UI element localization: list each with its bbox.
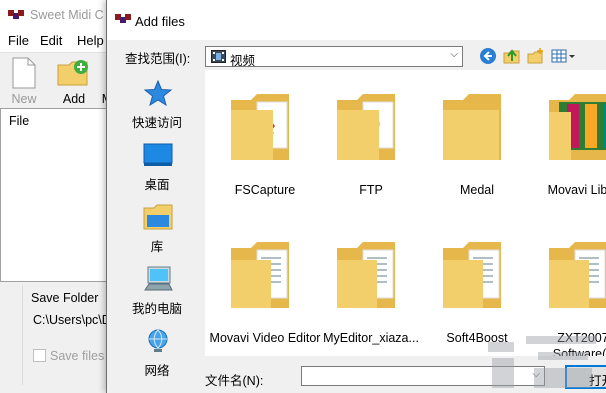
filename-label: 文件名(N): (205, 374, 264, 388)
view-menu-button[interactable] (551, 47, 577, 67)
new-file-icon (12, 57, 36, 89)
folder-item[interactable]: FSCapture (215, 80, 315, 210)
up-folder-icon (503, 49, 520, 64)
folder-item[interactable]: FTP (321, 80, 421, 210)
folder-name: MyEditor_xiaza... (323, 331, 419, 345)
folder-icon (443, 242, 501, 308)
save-files-checkbox[interactable]: Save files i (33, 349, 110, 363)
save-files-label: Save files i (50, 349, 111, 363)
folder-icon (337, 94, 395, 160)
back-button[interactable] (479, 47, 499, 67)
place-label: 快速访问 (131, 116, 182, 130)
desktop-icon (143, 143, 173, 166)
up-folder-button[interactable] (503, 47, 523, 67)
place-label: 我的电脑 (131, 302, 182, 316)
chevron-down-icon: ⌵ (450, 49, 458, 60)
folder-icon (443, 94, 501, 160)
look-in-label: 查找范围(I): (125, 52, 191, 66)
network-icon (148, 329, 168, 352)
folder-icon (337, 242, 395, 308)
add-button[interactable]: Add (52, 55, 96, 107)
new-folder-button[interactable] (527, 47, 547, 67)
place-quick-access[interactable]: 快速访问 (119, 74, 195, 132)
file-list-header: File (9, 114, 30, 128)
menu-edit[interactable]: Edit (40, 33, 62, 48)
save-folder-group: Save Folder C:\Users\pc\D Save files i (22, 285, 111, 385)
add-button-label: Add (62, 92, 86, 106)
folder-name: Medal (459, 183, 495, 197)
checkbox-box (33, 349, 46, 362)
watermark-logo (488, 336, 596, 388)
new-button-label: New (11, 92, 37, 106)
dialog-app-icon (115, 14, 131, 23)
place-label: 桌面 (144, 178, 170, 192)
place-my-computer[interactable]: 我的电脑 (119, 260, 195, 318)
folder-icon (549, 94, 606, 160)
place-library[interactable]: 库 (119, 198, 195, 256)
file-view[interactable]: FSCapture FTP Medal Movavi Libra Movavi (205, 70, 606, 356)
view-grid-icon (551, 49, 575, 63)
place-label: 网络 (144, 364, 170, 378)
folder-item[interactable]: Movavi Video Editor (210, 228, 320, 356)
app-menubar: File Edit Help (0, 30, 110, 52)
library-icon (143, 204, 173, 230)
video-folder-icon (211, 50, 226, 63)
back-arrow-icon (480, 48, 496, 64)
folder-name: FTP (359, 183, 383, 197)
place-label: 库 (150, 240, 164, 254)
folder-icon (549, 242, 606, 308)
dialog-titlebar: Add files (107, 0, 606, 40)
menu-help[interactable]: Help (77, 33, 104, 48)
look-in-dropdown[interactable]: 视频 ⌵ (205, 46, 463, 68)
dialog-title: Add files (135, 14, 185, 29)
folder-item[interactable]: Movavi Libra (533, 80, 606, 210)
background-app-window: Sweet Midi C File Edit Help New Add M Fi… (0, 0, 112, 393)
app-title: Sweet Midi C (30, 8, 104, 22)
folder-item[interactable]: Medal (427, 80, 527, 210)
folder-icon (231, 94, 289, 160)
folder-name: FSCapture (234, 183, 296, 197)
computer-icon (144, 266, 173, 291)
place-network[interactable]: 网络 (119, 322, 195, 380)
new-button[interactable]: New (2, 55, 46, 107)
app-icon (8, 10, 24, 19)
app-toolbar: New Add M (0, 52, 112, 111)
file-list[interactable]: File (0, 108, 108, 282)
menu-file[interactable]: File (8, 33, 29, 48)
save-folder-path[interactable]: C:\Users\pc\D (33, 313, 111, 327)
add-folder-icon (57, 60, 88, 86)
folder-icon (231, 242, 289, 308)
new-folder-icon (527, 48, 543, 64)
save-folder-title: Save Folder (31, 291, 99, 305)
folder-item[interactable]: MyEditor_xiaza... (321, 228, 421, 356)
place-desktop[interactable]: 桌面 (119, 136, 195, 194)
places-bar: 快速访问 桌面 库 我的电脑 网络 (119, 70, 195, 386)
star-icon (143, 80, 173, 106)
folder-name: Movavi Libra (547, 183, 606, 197)
app-titlebar: Sweet Midi C (0, 0, 110, 30)
look-in-value: 视频 (230, 54, 256, 68)
folder-name: Movavi Video Editor (209, 331, 321, 345)
